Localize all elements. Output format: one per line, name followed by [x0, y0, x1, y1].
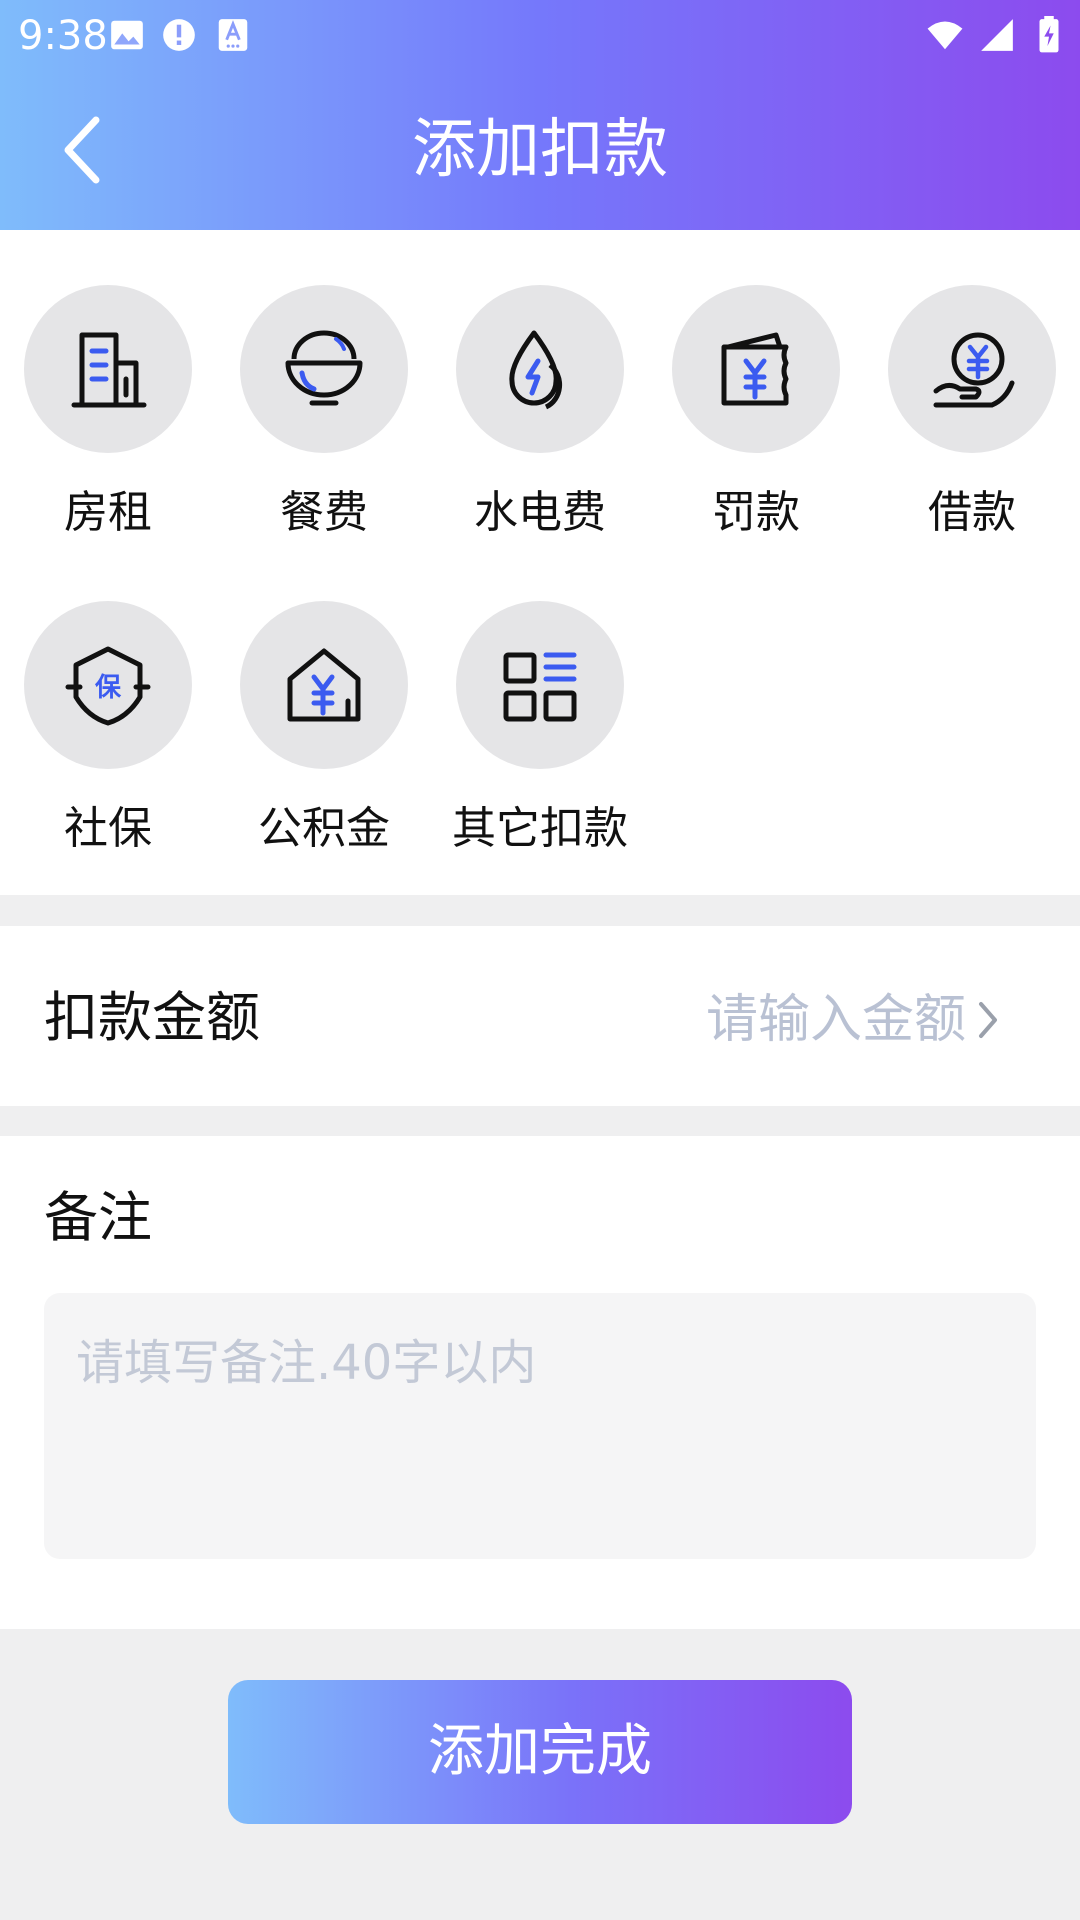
category-fine[interactable]: 罚款 [648, 230, 864, 538]
category-icon-circle [240, 285, 408, 453]
alert-icon [163, 19, 195, 51]
chevron-right-icon [979, 1002, 997, 1038]
page-title: 添加扣款 [412, 113, 668, 187]
category-label: 房租 [64, 487, 152, 538]
category-icon-circle [456, 285, 624, 453]
category-icon-circle [240, 601, 408, 769]
fine-ticket-icon [721, 332, 789, 406]
category-icon-circle [24, 285, 192, 453]
category-icon-circle [888, 285, 1056, 453]
svg-text:保: 保 [94, 673, 122, 703]
amount-row[interactable]: 扣款金额 请输入金额 [0, 926, 1080, 1106]
category-other[interactable]: 其它扣款 [432, 546, 648, 854]
deduction-category-grid: 房租 餐费 水电费 罚款 借款 保 社保 公积金 其它扣款 [0, 230, 1080, 895]
category-meal[interactable]: 餐费 [216, 230, 432, 538]
category-label: 水电费 [474, 487, 606, 538]
category-rent[interactable]: 房租 [0, 230, 216, 538]
remark-placeholder: 请填写备注.40字以内 [76, 1335, 537, 1391]
category-utilities[interactable]: 水电费 [432, 230, 648, 538]
category-loan[interactable]: 借款 [864, 230, 1080, 538]
signal-icon [981, 19, 1013, 51]
image-icon [111, 20, 143, 50]
loan-hand-coin-icon [933, 332, 1015, 408]
category-label: 餐费 [280, 487, 368, 538]
housing-fund-icon [287, 648, 361, 722]
category-icon-circle: 保 [24, 601, 192, 769]
category-social-insurance[interactable]: 保 社保 [0, 546, 216, 854]
water-electricity-icon [509, 330, 563, 410]
submit-button[interactable]: 添加完成 [228, 1680, 852, 1824]
amount-input[interactable]: 请输入金额 [706, 988, 966, 1052]
font-icon [218, 19, 248, 51]
category-label: 社保 [64, 803, 152, 854]
remark-label: 备注 [44, 1186, 152, 1249]
category-housing-fund[interactable]: 公积金 [216, 546, 432, 854]
category-label: 罚款 [712, 487, 800, 538]
wifi-icon [927, 21, 963, 50]
header: 9:38 添加扣款 [0, 0, 1080, 230]
category-icon-circle [456, 601, 624, 769]
category-label: 其它扣款 [452, 803, 628, 854]
category-icon-circle [672, 285, 840, 453]
status-time: 9:38 [18, 13, 108, 59]
rice-bowl-icon [285, 330, 363, 406]
category-label: 公积金 [258, 803, 390, 854]
amount-label: 扣款金额 [44, 986, 260, 1049]
other-grid-icon [503, 652, 577, 722]
remark-textarea[interactable]: 请填写备注.40字以内 [44, 1293, 1036, 1559]
status-bar: 9:38 [0, 0, 1080, 72]
category-label: 借款 [928, 487, 1016, 538]
building-icon [71, 332, 147, 408]
battery-icon [1039, 16, 1059, 53]
remark-section: 备注 请填写备注.40字以内 [0, 1136, 1080, 1629]
insurance-shield-icon: 保 [65, 646, 151, 726]
